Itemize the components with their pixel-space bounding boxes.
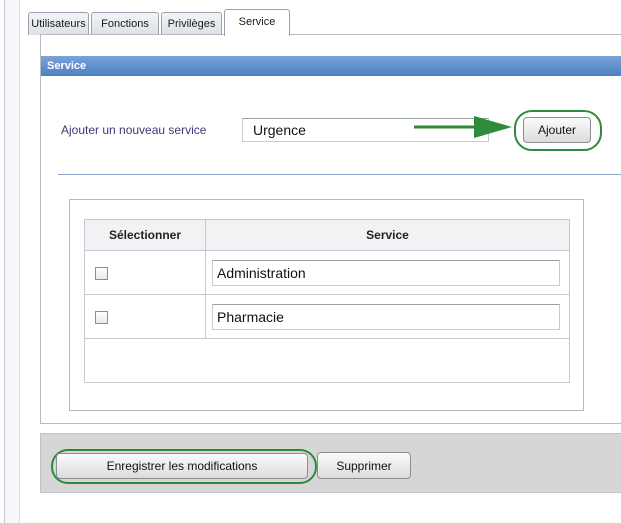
- empty-table-area-cell: [84, 338, 570, 383]
- table-header-row: Sélectionner Service: [84, 219, 570, 251]
- tab-fonctions[interactable]: Fonctions: [91, 12, 159, 35]
- add-service-label: Ajouter un nouveau service: [61, 123, 207, 137]
- select-cell: [84, 294, 206, 339]
- select-column-header: Sélectionner: [84, 219, 206, 251]
- tab-service[interactable]: Service: [224, 9, 290, 36]
- delete-button[interactable]: Supprimer: [317, 452, 411, 479]
- service-name-input[interactable]: [212, 259, 560, 286]
- tab-utilisateurs[interactable]: Utilisateurs: [28, 12, 89, 35]
- table-row: [84, 250, 570, 295]
- service-name-input[interactable]: [212, 303, 560, 330]
- row-checkbox[interactable]: [95, 310, 108, 324]
- select-cell: [84, 250, 206, 295]
- section-divider: [58, 174, 621, 175]
- save-changes-button[interactable]: Enregistrer les modifications: [56, 453, 308, 479]
- add-button[interactable]: Ajouter: [523, 117, 591, 143]
- service-cell: [205, 294, 570, 339]
- service-cell: [205, 250, 570, 295]
- service-table: Sélectionner Service: [84, 219, 570, 383]
- tab-privileges[interactable]: Privilèges: [161, 12, 222, 35]
- panel-title: Service: [41, 56, 621, 76]
- table-row: [84, 294, 570, 339]
- service-column-header: Service: [205, 219, 570, 251]
- window-left-edge: [4, 0, 20, 523]
- arrow-right-icon: [414, 116, 512, 138]
- row-checkbox[interactable]: [95, 266, 108, 280]
- empty-table-area: [84, 338, 570, 383]
